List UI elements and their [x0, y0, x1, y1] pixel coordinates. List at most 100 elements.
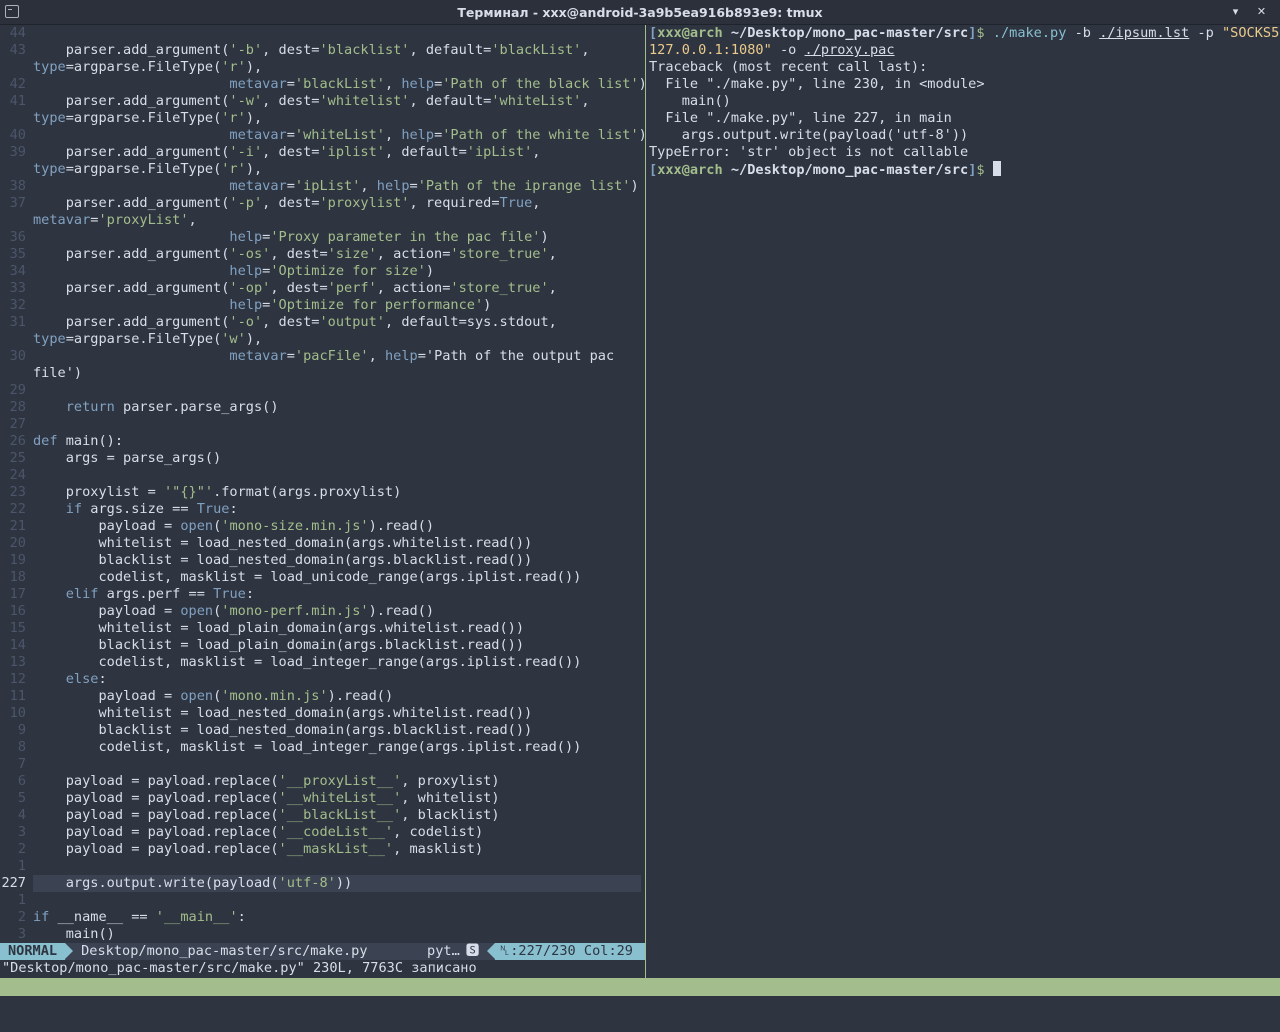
code-line[interactable]: 40 metavar='whiteList', help='Path of th…	[0, 127, 645, 144]
code-line[interactable]: 17 elif args.perf == True:	[0, 586, 645, 603]
code-editor[interactable]: 44 43 parser.add_argument('-b', dest='bla…	[0, 25, 645, 943]
code-line[interactable]: 23 proxylist = '"{}"'.format(args.proxyl…	[0, 484, 645, 501]
code-line[interactable]: 11 payload = open('mono.min.js').read()	[0, 688, 645, 705]
code-text: parser.add_argument('-o', dest='output',…	[33, 314, 557, 330]
code-line[interactable]: 13 codelist, masklist = load_integer_ran…	[0, 654, 645, 671]
code-line[interactable]: 22 if args.size == True:	[0, 501, 645, 518]
line-number: 43	[9, 42, 26, 58]
close-icon[interactable]: ✕	[1253, 3, 1270, 20]
code-text: type=argparse.FileType('w'),	[33, 331, 263, 347]
code-line[interactable]: 4 payload = payload.replace('__blackList…	[0, 807, 645, 824]
code-text: parser.add_argument('-os', dest='size', …	[33, 246, 557, 262]
code-line[interactable]: 33 parser.add_argument('-op', dest='perf…	[0, 280, 645, 297]
code-line[interactable]: 39 parser.add_argument('-i', dest='iplis…	[0, 144, 645, 161]
line-number: 1	[17, 892, 26, 908]
code-text: payload = payload.replace('__whiteList__…	[33, 790, 500, 806]
code-text: parser.add_argument('-i', dest='iplist',…	[33, 144, 541, 160]
code-text: args = parse_args()	[33, 450, 222, 466]
line-number: 33	[9, 280, 26, 296]
code-line[interactable]: metavar='proxyList',	[0, 212, 645, 229]
code-text: parser.add_argument('-p', dest='proxylis…	[33, 195, 541, 211]
code-line[interactable]: 19 blacklist = load_nested_domain(args.b…	[0, 552, 645, 569]
code-line[interactable]: type=argparse.FileType('r'),	[0, 110, 645, 127]
code-line[interactable]: 34 help='Optimize for size')	[0, 263, 645, 280]
code-line[interactable]: type=argparse.FileType('r'),	[0, 59, 645, 76]
code-line[interactable]: 42 metavar='blackList', help='Path of th…	[0, 76, 645, 93]
line-number: 6	[17, 773, 26, 789]
code-line[interactable]: 15 whitelist = load_plain_domain(args.wh…	[0, 620, 645, 637]
code-line[interactable]: 5 payload = payload.replace('__whiteList…	[0, 790, 645, 807]
prompt-dollar: $	[976, 162, 985, 178]
line-number: 32	[9, 297, 26, 313]
code-line[interactable]: 26 def main():	[0, 433, 645, 450]
code-line[interactable]: 25 args = parse_args()	[0, 450, 645, 467]
code-line[interactable]: 12 else:	[0, 671, 645, 688]
code-line[interactable]: 3 payload = payload.replace('__codeList_…	[0, 824, 645, 841]
code-line[interactable]: 30 metavar='pacFile', help='Path of the …	[0, 348, 645, 365]
code-line[interactable]: 2 if __name__ == '__main__':	[0, 909, 645, 926]
code-line[interactable]: 1	[0, 892, 645, 909]
code-line[interactable]: 31 parser.add_argument('-o', dest='outpu…	[0, 314, 645, 331]
code-line[interactable]: 36 help='Proxy parameter in the pac file…	[0, 229, 645, 246]
line-number: 21	[9, 518, 26, 534]
code-line[interactable]: 27	[0, 416, 645, 433]
code-line[interactable]: 41 parser.add_argument('-w', dest='white…	[0, 93, 645, 110]
command-arg: -b	[1074, 25, 1091, 41]
code-text: file')	[33, 365, 83, 381]
code-line[interactable]: 7	[0, 756, 645, 773]
code-line[interactable]: 2 payload = payload.replace('__maskList_…	[0, 841, 645, 858]
vim-pane[interactable]: 44 43 parser.add_argument('-b', dest='bla…	[0, 25, 645, 978]
code-text: codelist, masklist = load_unicode_range(…	[33, 569, 582, 585]
code-text: type=argparse.FileType('r'),	[33, 59, 263, 75]
code-line[interactable]: 14 blacklist = load_plain_domain(args.bl…	[0, 637, 645, 654]
code-line[interactable]: 9 blacklist = load_nested_domain(args.bl…	[0, 722, 645, 739]
code-line-current[interactable]: 227 args.output.write(payload('utf-8'))	[0, 875, 645, 892]
line-number: 42	[9, 76, 26, 92]
code-line[interactable]: 37 parser.add_argument('-p', dest='proxy…	[0, 195, 645, 212]
code-line[interactable]: 10 whitelist = load_nested_domain(args.w…	[0, 705, 645, 722]
code-line[interactable]: 43 parser.add_argument('-b', dest='black…	[0, 42, 645, 59]
code-text: help='Optimize for performance')	[229, 297, 492, 313]
code-line[interactable]: 16 payload = open('mono-perf.min.js').re…	[0, 603, 645, 620]
code-line[interactable]: 20 whitelist = load_nested_domain(args.w…	[0, 535, 645, 552]
code-line[interactable]: type=argparse.FileType('r'),	[0, 161, 645, 178]
line-number: 18	[9, 569, 26, 585]
code-line[interactable]: 44	[0, 25, 645, 42]
pane-divider[interactable]	[645, 25, 646, 978]
terminal-pane[interactable]: [xxx@arch ~/Desktop/mono_pac-master/src]…	[649, 25, 1280, 978]
bottom-strip	[0, 996, 1280, 1000]
line-number: 29	[9, 382, 26, 398]
line-number: 15	[9, 620, 26, 636]
code-line[interactable]: 6 payload = payload.replace('__proxyList…	[0, 773, 645, 790]
code-text: parser.add_argument('-w', dest='whitelis…	[33, 93, 590, 109]
minimize-icon[interactable]: ▾	[1227, 3, 1244, 20]
line-number: 14	[9, 637, 26, 653]
command-path: ./ipsum.lst	[1099, 25, 1190, 41]
output-line: args.output.write(payload('utf-8'))	[649, 127, 969, 143]
code-text: codelist, masklist = load_integer_range(…	[33, 654, 582, 670]
code-line[interactable]: 29	[0, 382, 645, 399]
code-line[interactable]: 35 parser.add_argument('-os', dest='size…	[0, 246, 645, 263]
prompt-line[interactable]: [xxx@arch ~/Desktop/mono_pac-master/src]…	[649, 161, 1280, 178]
code-line[interactable]: 32 help='Optimize for performance')	[0, 297, 645, 314]
line-number: 40	[9, 127, 26, 143]
line-number: 20	[9, 535, 26, 551]
code-line[interactable]: 38 metavar='ipList', help='Path of the i…	[0, 178, 645, 195]
code-line[interactable]: 24	[0, 467, 645, 484]
code-line[interactable]: type=argparse.FileType('w'),	[0, 331, 645, 348]
code-text: parser.add_argument('-b', dest='blacklis…	[33, 42, 590, 58]
code-line[interactable]: file')	[0, 365, 645, 382]
output-line: File "./make.py", line 227, in main	[649, 110, 952, 126]
line-number: 3	[17, 824, 26, 840]
code-line[interactable]: 28 return parser.parse_args()	[0, 399, 645, 416]
code-text: metavar='whiteList', help='Path of the w…	[229, 127, 645, 143]
code-line[interactable]: 8 codelist, masklist = load_integer_rang…	[0, 739, 645, 756]
code-line[interactable]: 21 payload = open('mono-size.min.js').re…	[0, 518, 645, 535]
code-text: type=argparse.FileType('r'),	[33, 110, 263, 126]
vim-filename: Desktop/mono_pac-master/src/make.py	[81, 943, 368, 959]
line-number: 22	[9, 501, 26, 517]
code-line[interactable]: 1	[0, 858, 645, 875]
code-line[interactable]: 3 main()	[0, 926, 645, 943]
line-number: 3	[17, 926, 26, 942]
code-line[interactable]: 18 codelist, masklist = load_unicode_ran…	[0, 569, 645, 586]
